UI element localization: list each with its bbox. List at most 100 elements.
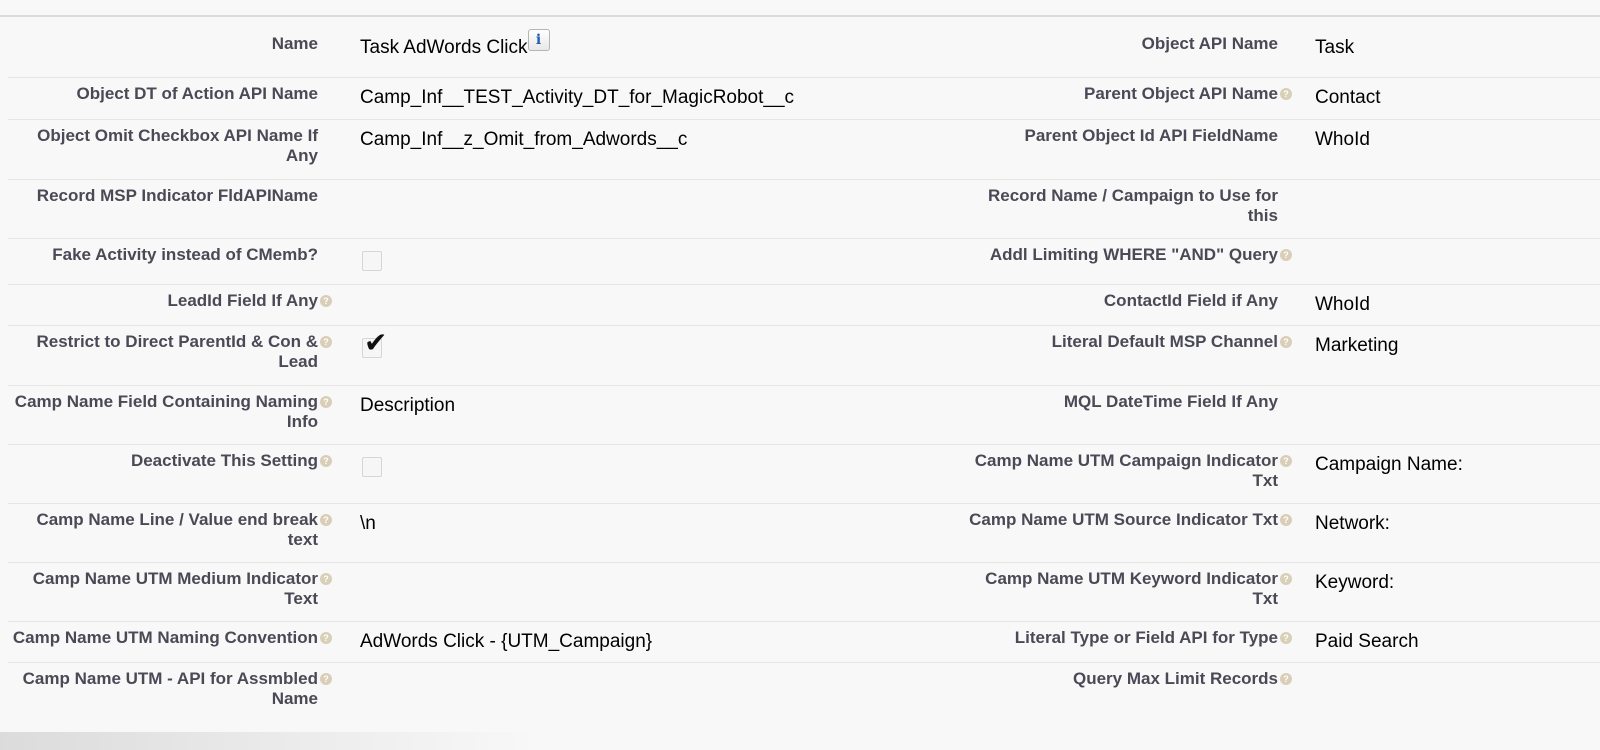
help-icon[interactable]: ? bbox=[1280, 514, 1292, 526]
help-icon[interactable]: ? bbox=[320, 455, 332, 467]
field-label: Object Omit Checkbox API Name If Any bbox=[8, 120, 332, 179]
detail-row: Fake Activity instead of CMemb? Addl Limi… bbox=[8, 239, 1600, 285]
field-value: Keyword: bbox=[1292, 563, 1600, 621]
label-text: Literal Type or Field API for Type bbox=[1014, 628, 1278, 647]
field-label-text: Parent Object API Name? bbox=[1084, 84, 1292, 104]
value-text: WhoId bbox=[1315, 129, 1370, 150]
label-text: Parent Object Id API FieldName bbox=[1024, 126, 1279, 145]
field-label-text: Addl Limiting WHERE "AND" Query? bbox=[990, 245, 1292, 265]
label-text: Parent Object API Name bbox=[1084, 84, 1278, 103]
help-icon[interactable]: ? bbox=[1280, 673, 1292, 685]
field-label: Parent Object Id API FieldName bbox=[958, 120, 1292, 179]
field-label: Camp Name UTM Medium Indicator Text? bbox=[8, 563, 332, 621]
label-text: Object DT of Action API Name bbox=[76, 84, 319, 103]
field-value bbox=[332, 180, 958, 238]
field-label-text: MQL DateTime Field If Any bbox=[1064, 392, 1292, 412]
label-text: ContactId Field if Any bbox=[1103, 291, 1278, 310]
field-label-text: Record Name / Campaign to Use for this bbox=[958, 186, 1292, 226]
help-icon[interactable]: ? bbox=[1280, 455, 1292, 467]
field-label: Fake Activity instead of CMemb? bbox=[8, 239, 332, 284]
label-text: Record Name / Campaign to Use for this bbox=[987, 186, 1278, 225]
help-icon[interactable]: ? bbox=[1280, 336, 1292, 348]
field-label: Deactivate This Setting? bbox=[8, 445, 332, 503]
detail-row: Camp Name UTM Naming Convention? AdWords … bbox=[8, 622, 1600, 663]
field-value: Marketing bbox=[1292, 326, 1600, 385]
help-icon[interactable]: ? bbox=[1280, 249, 1292, 261]
field-label: Camp Name Line / Value end break text? bbox=[8, 504, 332, 562]
field-label: Record MSP Indicator FldAPIName bbox=[8, 180, 332, 238]
field-value: Camp_Inf__z_Omit_from_Adwords__c bbox=[332, 120, 958, 179]
help-icon[interactable]: ? bbox=[320, 632, 332, 644]
field-label-text: Camp Name Line / Value end break text? bbox=[8, 510, 332, 550]
value-text: Camp_Inf__TEST_Activity_DT_for_MagicRobo… bbox=[360, 87, 795, 108]
value-text: Description bbox=[360, 395, 456, 416]
label-text: Camp Name Field Containing Naming Info bbox=[14, 392, 318, 431]
field-label-text: Restrict to Direct ParentId & Con & Lead… bbox=[8, 332, 332, 372]
field-label-text: Camp Name UTM Medium Indicator Text? bbox=[8, 569, 332, 609]
field-value bbox=[1292, 663, 1600, 723]
checkmark-icon: ✔ bbox=[364, 327, 388, 358]
field-label: Camp Name UTM Keyword Indicator Txt? bbox=[958, 563, 1292, 621]
checkbox-checked: ✔ bbox=[362, 329, 387, 358]
field-label: Camp Name UTM - API for Assmbled Name? bbox=[8, 663, 332, 723]
field-value: AdWords Click - {UTM_Campaign} bbox=[332, 622, 958, 662]
help-icon[interactable]: ? bbox=[320, 573, 332, 585]
value-text: Campaign Name: bbox=[1315, 454, 1463, 475]
value-text: WhoId bbox=[1315, 294, 1370, 315]
field-label: LeadId Field If Any? bbox=[8, 285, 332, 325]
value-text: Contact bbox=[1315, 87, 1381, 108]
label-text: Query Max Limit Records bbox=[1072, 669, 1278, 688]
info-icon[interactable]: i bbox=[527, 29, 550, 51]
help-icon[interactable]: ? bbox=[1280, 632, 1292, 644]
help-icon[interactable]: ? bbox=[320, 396, 332, 408]
field-label-text: Query Max Limit Records? bbox=[1073, 669, 1292, 689]
help-icon[interactable]: ? bbox=[320, 336, 332, 348]
top-divider bbox=[0, 15, 1600, 17]
help-icon[interactable]: ? bbox=[320, 514, 332, 526]
field-label-text: Camp Name UTM Source Indicator Txt? bbox=[969, 510, 1292, 530]
field-label: Query Max Limit Records? bbox=[958, 663, 1292, 723]
help-icon[interactable]: ? bbox=[320, 673, 332, 685]
field-value: ✔ bbox=[332, 326, 958, 385]
field-value: Description bbox=[332, 386, 958, 444]
detail-row: Camp Name Line / Value end break text? \n… bbox=[8, 504, 1600, 563]
label-text: Camp Name UTM Medium Indicator Text bbox=[32, 569, 318, 608]
label-text: Camp Name UTM Campaign Indicator Txt bbox=[974, 451, 1278, 490]
checkbox-unchecked bbox=[362, 457, 382, 477]
field-label: Object DT of Action API Name bbox=[8, 78, 332, 119]
field-label-text: Camp Name UTM Naming Convention? bbox=[13, 628, 332, 648]
value-text: \n bbox=[360, 513, 376, 534]
detail-row: Object Omit Checkbox API Name If Any Camp… bbox=[8, 120, 1600, 180]
label-text: Fake Activity instead of CMemb? bbox=[52, 245, 318, 264]
help-icon[interactable]: ? bbox=[1280, 88, 1292, 100]
help-icon[interactable]: ? bbox=[1280, 573, 1292, 585]
detail-row: Record MSP Indicator FldAPIName Record Na… bbox=[8, 180, 1600, 239]
field-label-text: Deactivate This Setting? bbox=[131, 451, 332, 471]
detail-row: LeadId Field If Any? ContactId Field if A… bbox=[8, 285, 1600, 326]
field-value bbox=[332, 663, 958, 723]
field-label-text: Fake Activity instead of CMemb? bbox=[52, 245, 332, 265]
detail-row: Deactivate This Setting? Camp Name UTM Ca… bbox=[8, 445, 1600, 504]
label-text: Camp Name Line / Value end break text bbox=[36, 510, 318, 549]
field-label-text: LeadId Field If Any? bbox=[167, 291, 332, 311]
label-text: Object Omit Checkbox API Name If Any bbox=[37, 126, 318, 165]
field-value bbox=[332, 563, 958, 621]
field-label-text: Camp Name UTM Keyword Indicator Txt? bbox=[958, 569, 1292, 609]
field-value: Task AdWords Click i bbox=[332, 28, 958, 77]
label-text: LeadId Field If Any bbox=[167, 291, 319, 310]
field-label: Parent Object API Name? bbox=[958, 78, 1292, 119]
detail-row: Camp Name UTM Medium Indicator Text? Camp… bbox=[8, 563, 1600, 622]
value-text: Network: bbox=[1315, 513, 1390, 534]
help-icon[interactable]: ? bbox=[320, 295, 332, 307]
field-label: Camp Name Field Containing Naming Info? bbox=[8, 386, 332, 444]
scroll-shadow bbox=[0, 732, 540, 750]
field-label-text: Camp Name UTM - API for Assmbled Name? bbox=[8, 669, 332, 709]
field-label: Literal Default MSP Channel? bbox=[958, 326, 1292, 385]
field-label: MQL DateTime Field If Any bbox=[958, 386, 1292, 444]
field-label: ContactId Field if Any bbox=[958, 285, 1292, 325]
detail-row: Camp Name UTM - API for Assmbled Name? Qu… bbox=[8, 663, 1600, 723]
label-text: Deactivate This Setting bbox=[130, 451, 318, 470]
field-value: Task bbox=[1292, 28, 1600, 77]
field-label-text: ContactId Field if Any bbox=[1104, 291, 1292, 311]
field-label-text: Parent Object Id API FieldName bbox=[1025, 126, 1293, 146]
